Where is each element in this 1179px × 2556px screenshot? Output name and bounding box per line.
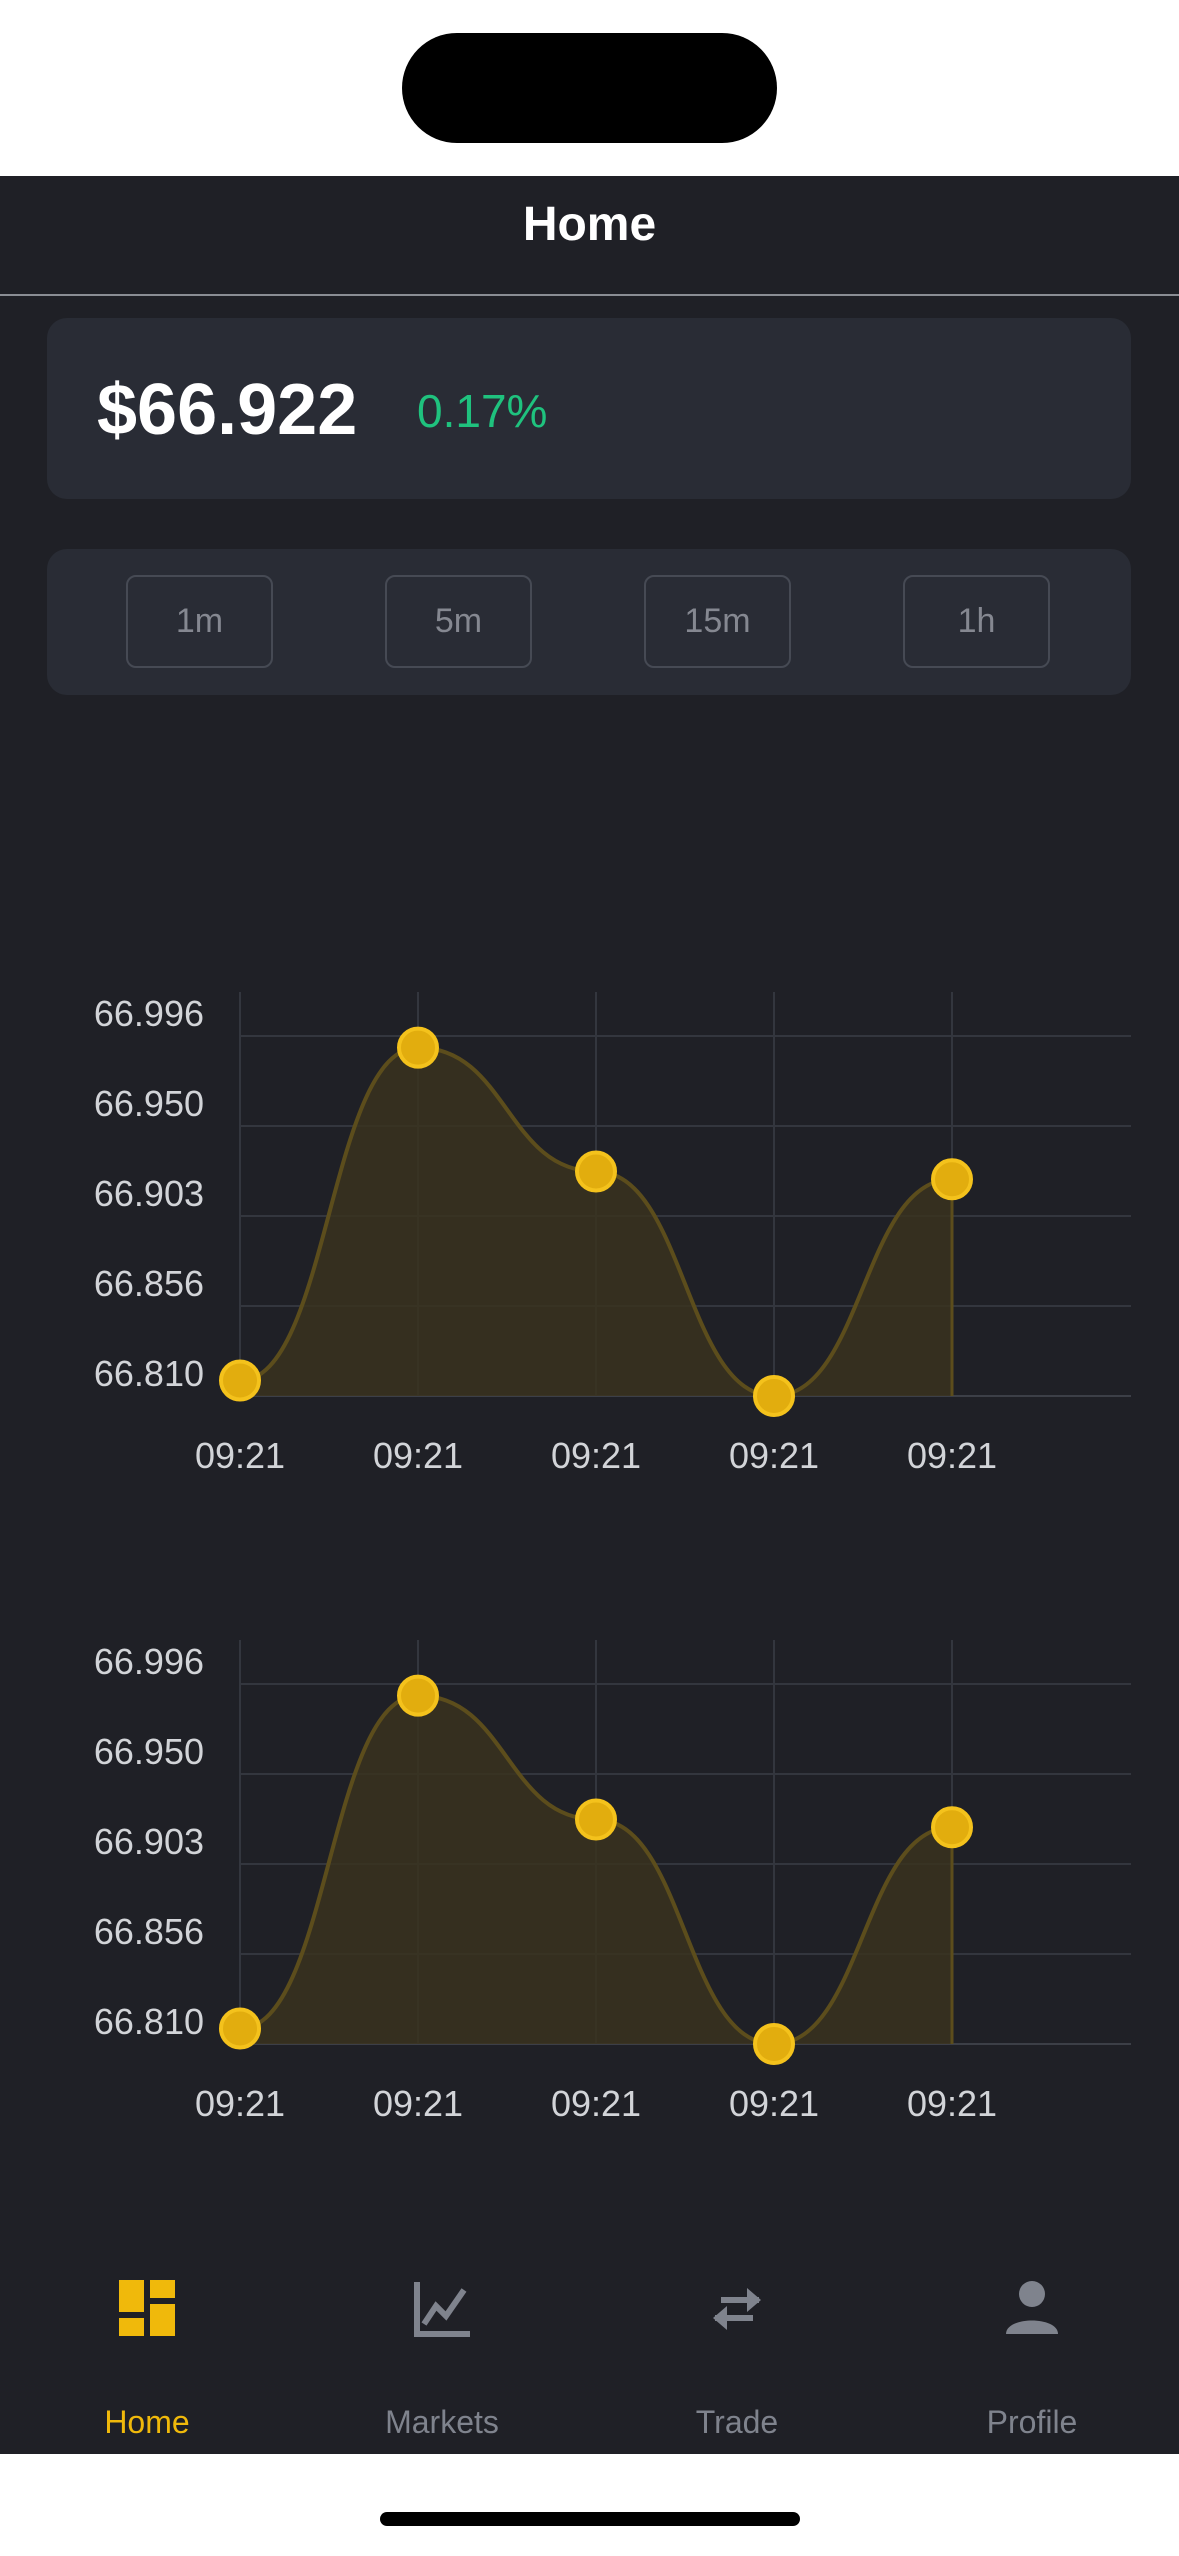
timeframe-1m-button[interactable]: 1m xyxy=(126,575,273,668)
x-tick-label: 09:21 xyxy=(373,2083,463,2124)
data-point xyxy=(219,1359,261,1402)
data-point xyxy=(219,2007,261,2050)
tab-home-label: Home xyxy=(104,2404,190,2440)
swap-arrows-icon xyxy=(713,2288,761,2330)
page-title: Home xyxy=(522,198,657,251)
y-tick-label: 66.856 xyxy=(94,1911,204,1952)
y-tick-label: 66.856 xyxy=(94,1263,204,1304)
price-change: 0.17% xyxy=(417,385,548,437)
y-tick-label: 66.950 xyxy=(94,1083,204,1124)
tab-trade[interactable]: Trade xyxy=(590,2238,884,2454)
price-chart-1-svg: 66.996 66.950 66.903 66.856 66.810 09:21 09:21… xyxy=(94,992,1131,1476)
timeframe-15m-button[interactable]: 15m xyxy=(644,575,791,668)
price-chart-2-svg: 66.996 66.950 66.903 66.856 66.810 09:21 09:21… xyxy=(94,1640,1131,2124)
y-tick-label: 66.810 xyxy=(94,2001,204,2042)
data-point xyxy=(575,1798,617,1841)
data-point xyxy=(753,2023,795,2065)
tab-profile[interactable]: Profile xyxy=(885,2238,1179,2454)
y-tick-label: 66.903 xyxy=(94,1821,204,1862)
x-tick-label: 09:21 xyxy=(907,1435,997,1476)
tab-markets-label: Markets xyxy=(385,2404,499,2440)
y-tick-label: 66.903 xyxy=(94,1173,204,1214)
x-tick-label: 09:21 xyxy=(373,1435,463,1476)
tab-home[interactable]: Home xyxy=(0,2238,294,2454)
x-tick-label: 09:21 xyxy=(729,1435,819,1476)
x-tick-label: 09:21 xyxy=(729,2083,819,2124)
header-divider xyxy=(0,294,1179,296)
data-point xyxy=(931,1158,973,1201)
x-tick-label: 09:21 xyxy=(551,1435,641,1476)
person-icon xyxy=(1006,2281,1058,2334)
y-tick-label: 66.996 xyxy=(94,1641,204,1682)
timeframe-5m-button[interactable]: 5m xyxy=(385,575,532,668)
timeframe-selector: 1m 5m 15m 1h xyxy=(47,549,1131,695)
y-tick-label: 66.950 xyxy=(94,1731,204,1772)
y-tick-label: 66.996 xyxy=(94,993,204,1034)
dynamic-island xyxy=(402,33,777,143)
price-chart-1: 66.996 66.950 66.903 66.856 66.810 09:21 09:21… xyxy=(0,960,1179,1520)
data-point xyxy=(397,1674,439,1717)
tab-bar: Home Markets Trade Profile xyxy=(0,2238,1179,2454)
x-tick-label: 09:21 xyxy=(195,1435,285,1476)
tab-profile-label: Profile xyxy=(986,2404,1078,2440)
timeframe-1h-button[interactable]: 1h xyxy=(903,575,1050,668)
x-tick-label: 09:21 xyxy=(907,2083,997,2124)
data-point xyxy=(397,1026,439,1069)
price-value: $66.922 xyxy=(97,370,358,450)
tab-markets[interactable]: Markets xyxy=(295,2238,589,2454)
home-indicator xyxy=(380,2512,800,2526)
price-card: $66.922 0.17% xyxy=(47,318,1131,499)
data-point xyxy=(753,1375,795,1417)
data-point xyxy=(575,1150,617,1193)
line-chart-icon xyxy=(414,2282,470,2337)
data-point xyxy=(931,1806,973,1849)
tab-trade-label: Trade xyxy=(695,2404,779,2440)
price-chart-2: 66.996 66.950 66.903 66.856 66.810 09:21 09:21… xyxy=(0,1608,1179,2168)
x-tick-label: 09:21 xyxy=(195,2083,285,2124)
dashboard-icon xyxy=(119,2280,175,2336)
y-tick-label: 66.810 xyxy=(94,1353,204,1394)
x-tick-label: 09:21 xyxy=(551,2083,641,2124)
